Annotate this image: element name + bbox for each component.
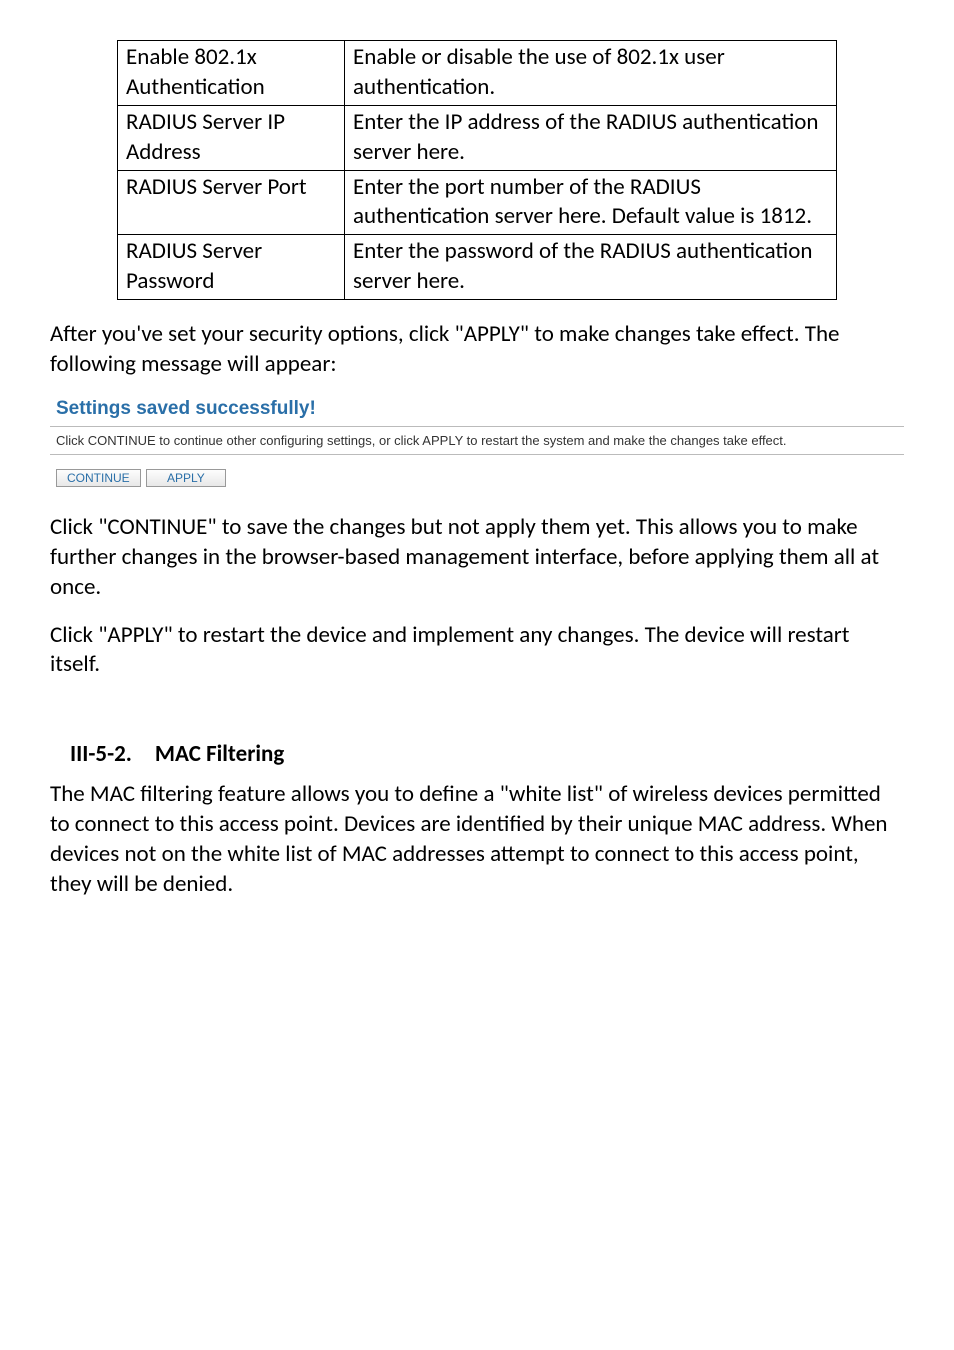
settings-saved-desc: Click CONTINUE to continue other configu… [50, 426, 904, 455]
paragraph-mac-filtering: The MAC filtering feature allows you to … [50, 780, 904, 900]
setting-label: RADIUS Server IP Address [118, 105, 345, 170]
paragraph-apply: Click "APPLY" to restart the device and … [50, 621, 904, 681]
radius-settings-table: Enable 802.1x Authentication Enable or d… [117, 40, 837, 300]
paragraph-intro: After you've set your security options, … [50, 320, 904, 380]
section-heading-mac-filtering: III-5-2. MAC Filtering [70, 740, 904, 768]
continue-button[interactable]: CONTINUE [56, 469, 141, 487]
table-row: RADIUS Server IP Address Enter the IP ad… [118, 105, 837, 170]
table-row: Enable 802.1x Authentication Enable or d… [118, 41, 837, 106]
setting-desc: Enable or disable the use of 802.1x user… [345, 41, 837, 106]
apply-button[interactable]: APPLY [146, 469, 226, 487]
setting-label: Enable 802.1x Authentication [118, 41, 345, 106]
setting-label: RADIUS Server Password [118, 235, 345, 300]
setting-label: RADIUS Server Port [118, 170, 345, 235]
settings-saved-panel: Settings saved successfully! Click CONTI… [50, 390, 904, 495]
table-row: RADIUS Server Password Enter the passwor… [118, 235, 837, 300]
setting-desc: Enter the password of the RADIUS authent… [345, 235, 837, 300]
paragraph-continue: Click "CONTINUE" to save the changes but… [50, 513, 904, 603]
settings-saved-title: Settings saved successfully! [56, 398, 904, 426]
button-row: CONTINUE APPLY [56, 461, 904, 489]
setting-desc: Enter the port number of the RADIUS auth… [345, 170, 837, 235]
setting-desc: Enter the IP address of the RADIUS authe… [345, 105, 837, 170]
table-row: RADIUS Server Port Enter the port number… [118, 170, 837, 235]
